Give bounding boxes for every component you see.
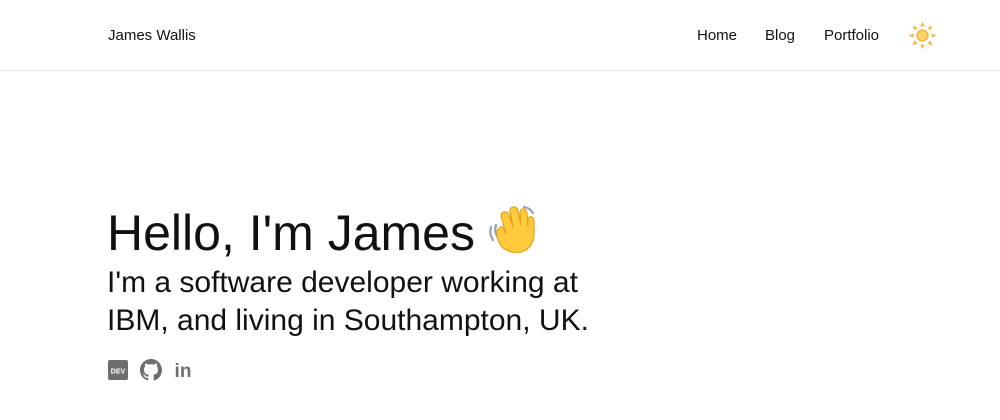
github-icon <box>140 359 162 381</box>
github-link[interactable] <box>140 359 162 381</box>
hero-title: Hello, I'm James <box>107 200 541 264</box>
nav-blog-link[interactable]: Blog <box>765 26 795 46</box>
linkedin-icon-label: in <box>175 361 192 381</box>
hero-subtitle: I'm a software developer working at IBM,… <box>107 266 589 337</box>
dev-icon-label: DEV <box>111 369 126 376</box>
linkedin-icon: in <box>175 361 192 382</box>
dev-link[interactable]: DEV <box>108 359 130 381</box>
waving-hand-icon <box>489 205 535 254</box>
hero-title-text: Hello, I'm James <box>107 205 475 261</box>
site-header: James Wallis Home Blog Portfolio <box>0 0 1000 71</box>
site-name-link[interactable]: James Wallis <box>108 26 196 46</box>
theme-toggle-button[interactable] <box>908 21 937 50</box>
dev-icon: DEV <box>108 360 128 380</box>
nav-home-link[interactable]: Home <box>697 26 737 46</box>
sun-icon <box>908 21 937 50</box>
linkedin-link[interactable]: in <box>172 359 194 382</box>
nav-portfolio-link[interactable]: Portfolio <box>824 26 879 46</box>
